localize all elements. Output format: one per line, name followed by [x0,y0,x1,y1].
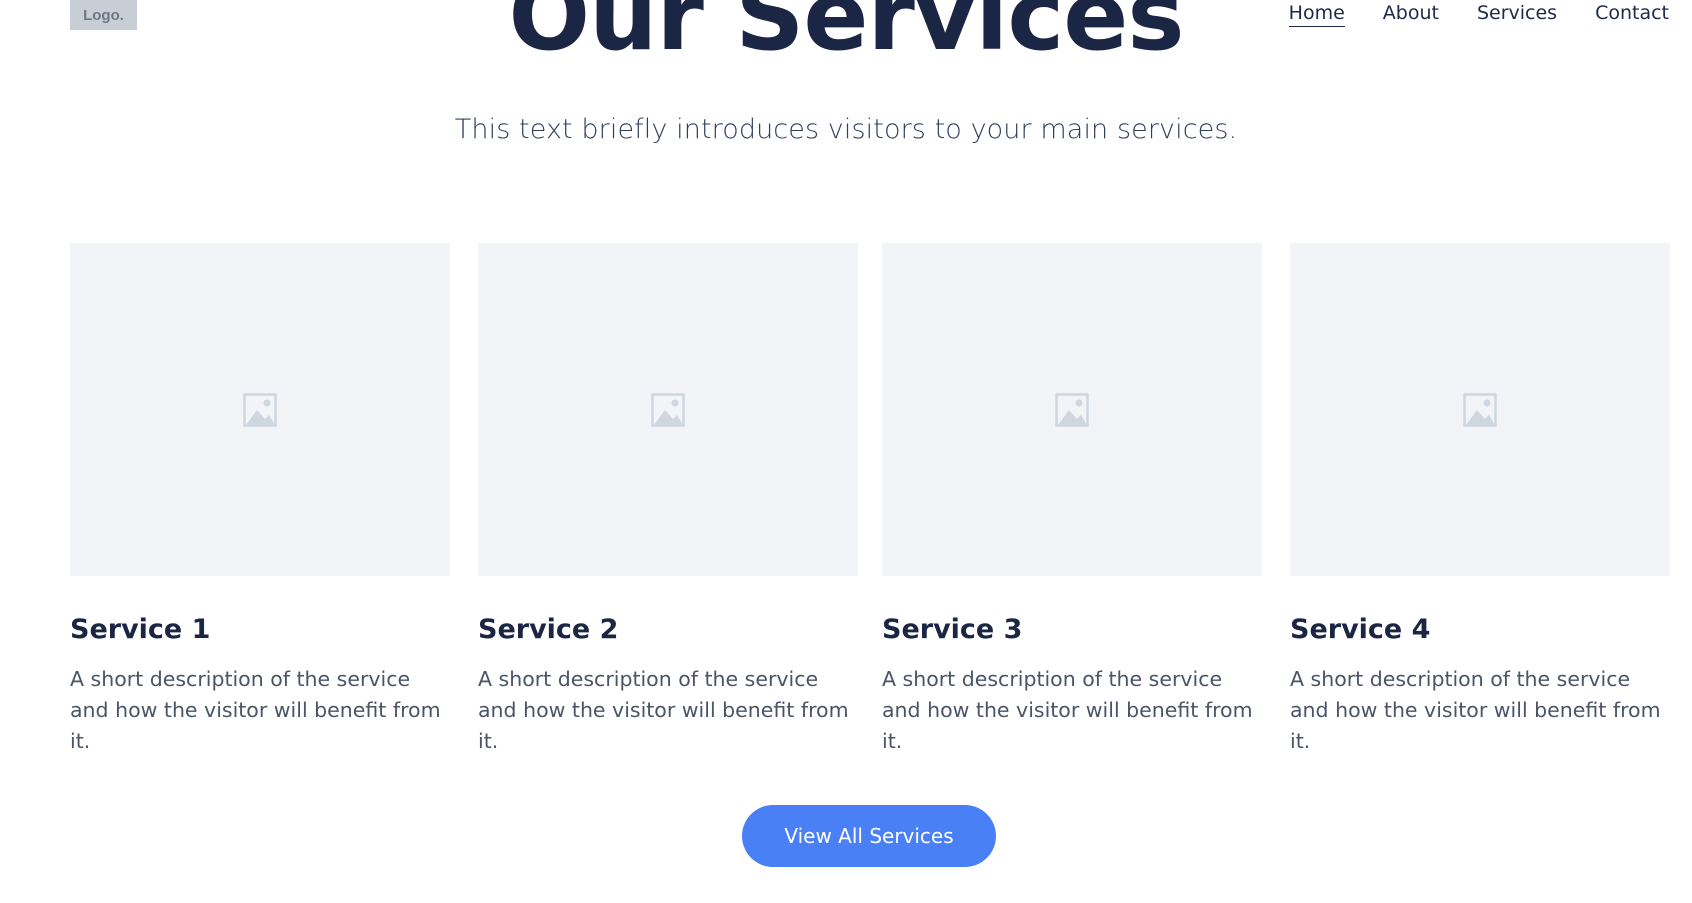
service-description: A short description of the service and h… [882,667,1253,753]
image-placeholder-icon [243,392,277,427]
service-title: Service 3 [882,614,1023,645]
service-image-placeholder [882,243,1262,576]
nav-item-contact[interactable]: Contact [1595,0,1669,25]
service-image-placeholder [1290,243,1670,576]
logo[interactable]: Logo. [70,0,137,30]
service-card: Service 2 A short description of the ser… [478,243,858,757]
logo-text: Logo. [83,6,124,24]
main-nav: Home About Services Contact [1288,0,1669,30]
services-intro: This text briefly introduces visitors to… [454,114,1238,145]
service-title: Service 4 [1290,614,1431,645]
service-title: Service 2 [478,614,619,645]
service-card: Service 3 A short description of the ser… [882,243,1262,757]
nav-item-services[interactable]: Services [1477,0,1557,25]
nav-item-home[interactable]: Home [1288,0,1345,27]
image-placeholder-icon [1463,392,1497,427]
nav-item-about[interactable]: About [1383,0,1439,25]
image-placeholder-icon [1055,392,1089,427]
service-image-placeholder [478,243,858,576]
service-card: Service 1 A short description of the ser… [70,243,450,757]
service-image-placeholder [70,243,450,576]
page: Logo. Home About Services Contact Our Se… [0,0,1692,903]
view-all-services-button[interactable]: View All Services [742,805,996,867]
service-description: A short description of the service and h… [1290,667,1661,753]
service-title: Service 1 [70,614,211,645]
image-placeholder-icon [651,392,685,427]
service-description: A short description of the service and h… [70,667,441,753]
service-card: Service 4 A short description of the ser… [1290,243,1670,757]
site-header: Logo. Home About Services Contact [0,0,1692,40]
service-description: A short description of the service and h… [478,667,849,753]
